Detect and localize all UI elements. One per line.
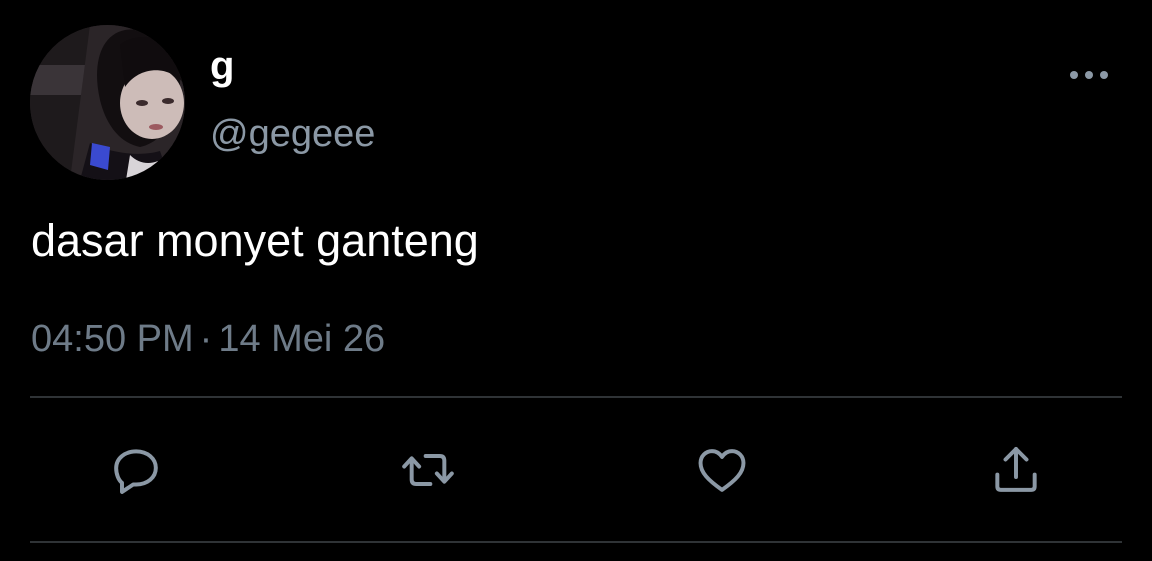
retweet-icon xyxy=(402,454,454,486)
meta-separator: · xyxy=(199,318,213,360)
heart-icon xyxy=(698,449,746,492)
divider xyxy=(30,541,1122,543)
tweet-timestamp[interactable]: 04:50 PM · 14 Mei 26 xyxy=(31,315,385,363)
share-icon xyxy=(995,447,1037,492)
tweet-text: dasar monyet ganteng xyxy=(31,215,479,266)
tweet-time: 04:50 PM xyxy=(31,318,194,360)
divider xyxy=(30,396,1122,398)
reply-button[interactable] xyxy=(106,440,166,500)
more-options-button[interactable] xyxy=(1066,62,1112,88)
display-name[interactable]: g xyxy=(210,42,235,90)
more-horizontal-icon xyxy=(1070,71,1108,79)
profile-photo xyxy=(30,25,185,180)
avatar[interactable] xyxy=(30,25,185,180)
tweet-detail: g @gegeee dasar monyet ganteng 04:50 PM ·… xyxy=(0,0,1152,561)
share-button[interactable] xyxy=(986,440,1046,500)
user-handle[interactable]: @gegeee xyxy=(210,112,375,156)
retweet-button[interactable] xyxy=(398,440,458,500)
reply-icon xyxy=(114,449,158,494)
like-button[interactable] xyxy=(692,440,752,500)
tweet-date: 14 Mei 26 xyxy=(218,318,386,360)
